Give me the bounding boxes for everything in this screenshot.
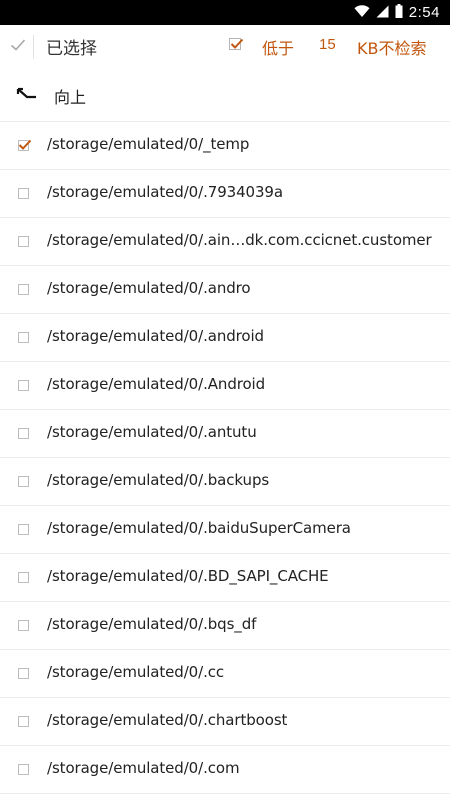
folder-row[interactable]: /storage/emulated/0/.antutu	[0, 410, 450, 458]
folder-row[interactable]: /storage/emulated/0/.chartboost	[0, 698, 450, 746]
folder-path: /storage/emulated/0/.baiduSuperCamera	[47, 519, 351, 537]
checkmark-icon	[230, 38, 244, 49]
filter-size-value[interactable]: 15	[319, 36, 336, 53]
folder-path: /storage/emulated/0/.andro	[47, 279, 251, 297]
folder-row[interactable]: /storage/emulated/0/.7934039a	[0, 170, 450, 218]
folder-row[interactable]: /storage/emulated/0/.BD_SAPI_CACHE	[0, 554, 450, 602]
battery-icon	[395, 3, 403, 22]
folder-row[interactable]: /storage/emulated/0/.ain…dk.com.ccicnet.…	[0, 218, 450, 266]
folder-checkbox[interactable]	[18, 284, 29, 295]
folder-path: /storage/emulated/0/.antutu	[47, 423, 257, 441]
folder-checkbox[interactable]	[18, 476, 29, 487]
toolbar: 已选择 低于 15 KB不检索	[0, 25, 450, 69]
folder-path: /storage/emulated/0/.com	[47, 759, 240, 777]
folder-checkbox[interactable]	[18, 236, 29, 247]
filter-suffix-label: KB不检索	[357, 39, 427, 58]
wifi-icon	[354, 3, 370, 22]
folder-row[interactable]: /storage/emulated/0/.Android	[0, 362, 450, 410]
folder-checkbox[interactable]	[18, 668, 29, 679]
navigate-up-button[interactable]: 向上	[0, 69, 450, 121]
folder-row[interactable]: /storage/emulated/0/.baiduSuperCamera	[0, 506, 450, 554]
folder-row[interactable]: /storage/emulated/0/.bqs_df	[0, 602, 450, 650]
folder-checkbox[interactable]	[18, 716, 29, 727]
folder-checkbox[interactable]	[18, 188, 29, 199]
folder-checkbox[interactable]	[18, 524, 29, 535]
folder-path: /storage/emulated/0/.android	[47, 327, 264, 345]
filter-checkbox[interactable]	[229, 38, 244, 50]
folder-path: /storage/emulated/0/.7934039a	[47, 183, 283, 201]
checkmark-icon	[18, 139, 32, 150]
folder-row[interactable]: /storage/emulated/0/.com	[0, 746, 450, 794]
folder-path: /storage/emulated/0/.Android	[47, 375, 266, 393]
folder-checkbox[interactable]	[18, 380, 29, 391]
folder-checkbox[interactable]	[18, 764, 29, 775]
folder-checkbox[interactable]	[18, 332, 29, 343]
folder-checkbox[interactable]	[18, 428, 29, 439]
confirm-check-icon[interactable]	[8, 33, 28, 57]
up-label: 向上	[54, 88, 87, 107]
folder-row[interactable]: /storage/emulated/0/.andro	[0, 266, 450, 314]
folder-list: /storage/emulated/0/_temp /storage/emula…	[0, 121, 450, 794]
folder-row[interactable]: /storage/emulated/0/_temp	[0, 122, 450, 170]
folder-path: /storage/emulated/0/.backups	[47, 471, 270, 489]
folder-checkbox[interactable]	[18, 139, 32, 151]
folder-path: /storage/emulated/0/.ain…dk.com.ccicnet.…	[47, 231, 432, 249]
folder-path: /storage/emulated/0/.bqs_df	[47, 615, 257, 633]
up-arrow-icon	[14, 85, 38, 105]
folder-path: /storage/emulated/0/.cc	[47, 663, 225, 681]
folder-path: /storage/emulated/0/.BD_SAPI_CACHE	[47, 567, 329, 585]
status-bar: 2:54	[0, 0, 450, 25]
folder-path: /storage/emulated/0/.chartboost	[47, 711, 288, 729]
folder-checkbox[interactable]	[18, 572, 29, 583]
folder-row[interactable]: /storage/emulated/0/.android	[0, 314, 450, 362]
folder-row[interactable]: /storage/emulated/0/.cc	[0, 650, 450, 698]
folder-row[interactable]: /storage/emulated/0/.backups	[0, 458, 450, 506]
signal-icon	[376, 3, 389, 22]
folder-path: /storage/emulated/0/_temp	[47, 135, 250, 153]
folder-checkbox[interactable]	[18, 620, 29, 631]
selected-title: 已选择	[46, 39, 97, 59]
status-icons: 2:54	[354, 0, 440, 25]
filter-prefix-label: 低于	[262, 39, 295, 58]
status-time: 2:54	[408, 4, 440, 21]
toolbar-divider	[33, 35, 34, 59]
